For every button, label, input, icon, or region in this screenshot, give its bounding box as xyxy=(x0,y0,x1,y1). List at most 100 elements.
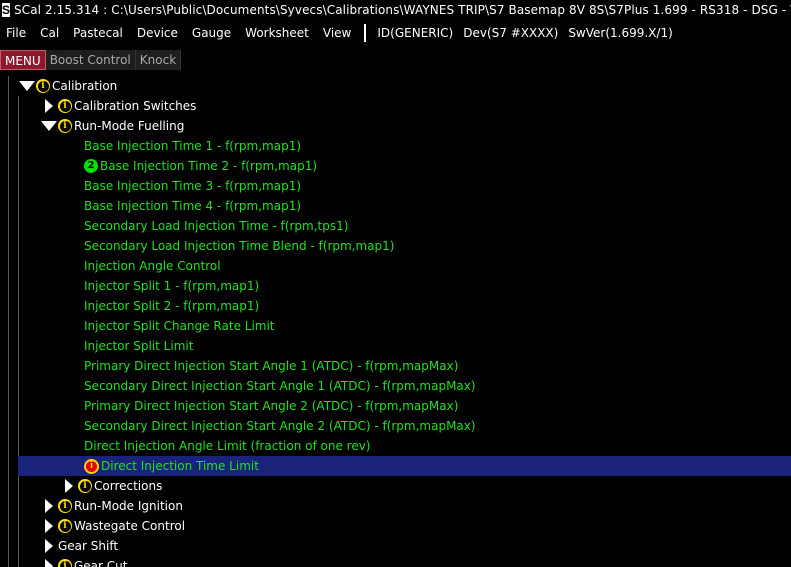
tree-item-label: Run-Mode Fuelling xyxy=(74,119,185,133)
triangle-right-icon xyxy=(45,539,53,553)
app-logo-icon: S xyxy=(2,3,11,17)
tree-item-label: Calibration Switches xyxy=(74,99,197,113)
expand-arrow-down-icon[interactable] xyxy=(40,121,58,131)
tree-item[interactable]: i Gear Cut xyxy=(0,556,791,567)
triangle-right-icon xyxy=(45,99,53,113)
menu-pastecal[interactable]: Pastecal xyxy=(66,26,130,40)
warning-icon: i xyxy=(84,458,99,474)
collapse-arrow-right-icon[interactable] xyxy=(40,559,58,567)
menu-file[interactable]: File xyxy=(0,26,33,40)
window-title: SCal 2.15.314 : C:\Users\Public\Document… xyxy=(14,3,791,17)
tree-item[interactable]: Injector Split 1 - f(rpm,map1) xyxy=(0,276,791,296)
calibration-tree: i Calibration i Calibration Switches i Run-Mo… xyxy=(0,76,791,567)
tree-item-label: Injector Split Limit xyxy=(84,339,194,353)
menu-bar: File Cal Pastecal Device Gauge Worksheet… xyxy=(0,21,791,44)
tree-item-label: Primary Direct Injection Start Angle 1 (… xyxy=(84,359,459,373)
tree-item-label: Base Injection Time 3 - f(rpm,map1) xyxy=(84,179,302,193)
tree-item[interactable]: i Wastegate Control xyxy=(0,516,791,536)
tree-item[interactable]: Secondary Load Injection Time - f(rpm,tp… xyxy=(0,216,791,236)
info-icon[interactable]: i xyxy=(58,119,72,133)
tree-item[interactable]: Base Injection Time 1 - f(rpm,map1) xyxy=(0,136,791,156)
tree-item-label: Direct Injection Time Limit xyxy=(101,459,259,473)
info-icon[interactable]: i xyxy=(58,99,72,113)
tree-item-label: Injection Angle Control xyxy=(84,259,221,273)
collapse-arrow-right-icon[interactable] xyxy=(40,519,58,533)
tab-knock[interactable]: Knock xyxy=(135,50,182,70)
collapse-arrow-right-icon[interactable] xyxy=(40,499,58,513)
tab-menu[interactable]: MENU xyxy=(0,50,46,70)
info-icon[interactable]: i xyxy=(58,499,72,513)
triangle-right-icon xyxy=(65,479,73,493)
device-info: Dev(S7 #XXXX) xyxy=(463,25,559,40)
info-icon[interactable]: i xyxy=(58,519,72,533)
triangle-down-icon xyxy=(41,121,57,131)
tree-item-label: Corrections xyxy=(94,479,163,493)
tree-item-label: Base Injection Time 2 - f(rpm,map1) xyxy=(100,159,318,173)
triangle-down-icon xyxy=(19,81,35,91)
menu-cal[interactable]: Cal xyxy=(33,26,66,40)
tree-item-label: Gear Shift xyxy=(58,539,119,553)
tree-item-label: Run-Mode Ignition xyxy=(74,499,183,513)
triangle-right-icon xyxy=(45,519,53,533)
tree-item[interactable]: i Corrections xyxy=(0,476,791,496)
menu-device[interactable]: Device xyxy=(130,26,185,40)
tree-item[interactable]: Secondary Direct Injection Start Angle 1… xyxy=(0,376,791,396)
tree-item[interactable]: Injection Angle Control xyxy=(0,256,791,276)
collapse-arrow-right-icon[interactable] xyxy=(40,99,58,113)
tree-item-label: Secondary Direct Injection Start Angle 2… xyxy=(84,419,476,433)
info-icon[interactable]: i xyxy=(36,79,50,93)
software-version-info: SwVer(1.699.X/1) xyxy=(568,25,673,40)
tree-item[interactable]: Secondary Direct Injection Start Angle 2… xyxy=(0,416,791,436)
menu-separator xyxy=(364,23,367,42)
tree-item-label: Injector Split 1 - f(rpm,map1) xyxy=(84,279,260,293)
collapse-arrow-right-icon[interactable] xyxy=(40,539,58,553)
tree-item[interactable]: i Run-Mode Ignition xyxy=(0,496,791,516)
expand-arrow-down-icon[interactable] xyxy=(18,81,36,91)
tree-item[interactable]: i Run-Mode Fuelling xyxy=(0,116,791,136)
tree-item-label: Secondary Load Injection Time - f(rpm,tp… xyxy=(84,219,349,233)
info-glyph: i xyxy=(59,500,71,512)
tree-item-label: Secondary Load Injection Time Blend - f(… xyxy=(84,239,395,253)
tree-item-label: Injector Split 2 - f(rpm,map1) xyxy=(84,299,260,313)
tree-item[interactable]: Base Injection Time 4 - f(rpm,map1) xyxy=(0,196,791,216)
tree-item-label: Wastegate Control xyxy=(74,519,186,533)
tree-item-label: Direct Injection Angle Limit (fraction o… xyxy=(84,439,371,453)
info-glyph: i xyxy=(59,100,71,112)
info-glyph: i xyxy=(79,480,91,492)
info-icon[interactable]: i xyxy=(58,559,72,567)
tree-item-label: Secondary Direct Injection Start Angle 1… xyxy=(84,379,476,393)
number-badge-icon: 2 xyxy=(84,159,98,173)
tree-item[interactable]: Primary Direct Injection Start Angle 1 (… xyxy=(0,356,791,376)
title-bar: S SCal 2.15.314 : C:\Users\Public\Docume… xyxy=(0,0,791,20)
tree-item-label: Base Injection Time 4 - f(rpm,map1) xyxy=(84,199,302,213)
device-id-info: ID(GENERIC) xyxy=(377,25,454,40)
tree-item-label: Calibration xyxy=(52,79,118,93)
info-glyph: i xyxy=(37,80,49,92)
tree-item[interactable]: 2 Base Injection Time 2 - f(rpm,map1) xyxy=(0,156,791,176)
info-glyph: i xyxy=(59,560,71,567)
tree-item-label: Primary Direct Injection Start Angle 2 (… xyxy=(84,399,459,413)
menu-gauge[interactable]: Gauge xyxy=(185,26,238,40)
tree-item-label: Injector Split Change Rate Limit xyxy=(84,319,275,333)
tree-item[interactable]: Injector Split Limit xyxy=(0,336,791,356)
tree-item[interactable]: Secondary Load Injection Time Blend - f(… xyxy=(0,236,791,256)
tree-item[interactable]: Injector Split 2 - f(rpm,map1) xyxy=(0,296,791,316)
tree-item[interactable]: Primary Direct Injection Start Angle 2 (… xyxy=(0,396,791,416)
tree-item[interactable]: Gear Shift xyxy=(0,536,791,556)
tree-item[interactable]: Base Injection Time 3 - f(rpm,map1) xyxy=(0,176,791,196)
info-glyph: i xyxy=(59,120,71,132)
tab-boost-control[interactable]: Boost Control xyxy=(45,50,136,70)
tree-item-label: Base Injection Time 1 - f(rpm,map1) xyxy=(84,139,302,153)
tree-item[interactable]: i Calibration xyxy=(0,76,791,96)
warning-glyph: i xyxy=(86,460,97,472)
collapse-arrow-right-icon[interactable] xyxy=(60,479,78,493)
tree-item[interactable]: i Calibration Switches xyxy=(0,96,791,116)
menu-view[interactable]: View xyxy=(316,26,358,40)
menu-worksheet[interactable]: Worksheet xyxy=(238,26,316,40)
tree-item[interactable]: Direct Injection Angle Limit (fraction o… xyxy=(0,436,791,456)
tree-item[interactable]: i Direct Injection Time Limit xyxy=(0,456,791,476)
triangle-right-icon xyxy=(45,559,53,567)
tree-item[interactable]: Injector Split Change Rate Limit xyxy=(0,316,791,336)
info-icon[interactable]: i xyxy=(78,479,92,493)
info-glyph: i xyxy=(59,520,71,532)
